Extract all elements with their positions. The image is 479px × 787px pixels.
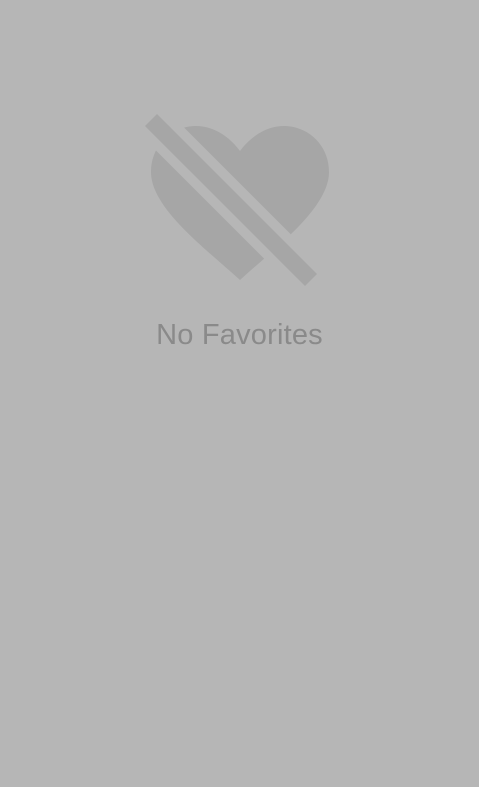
- empty-favorites-message: No Favorites: [156, 319, 323, 351]
- heart-off-icon: [144, 108, 334, 293]
- empty-favorites-state: No Favorites: [0, 108, 479, 352]
- favorites-screen: No Favorites: [0, 0, 479, 787]
